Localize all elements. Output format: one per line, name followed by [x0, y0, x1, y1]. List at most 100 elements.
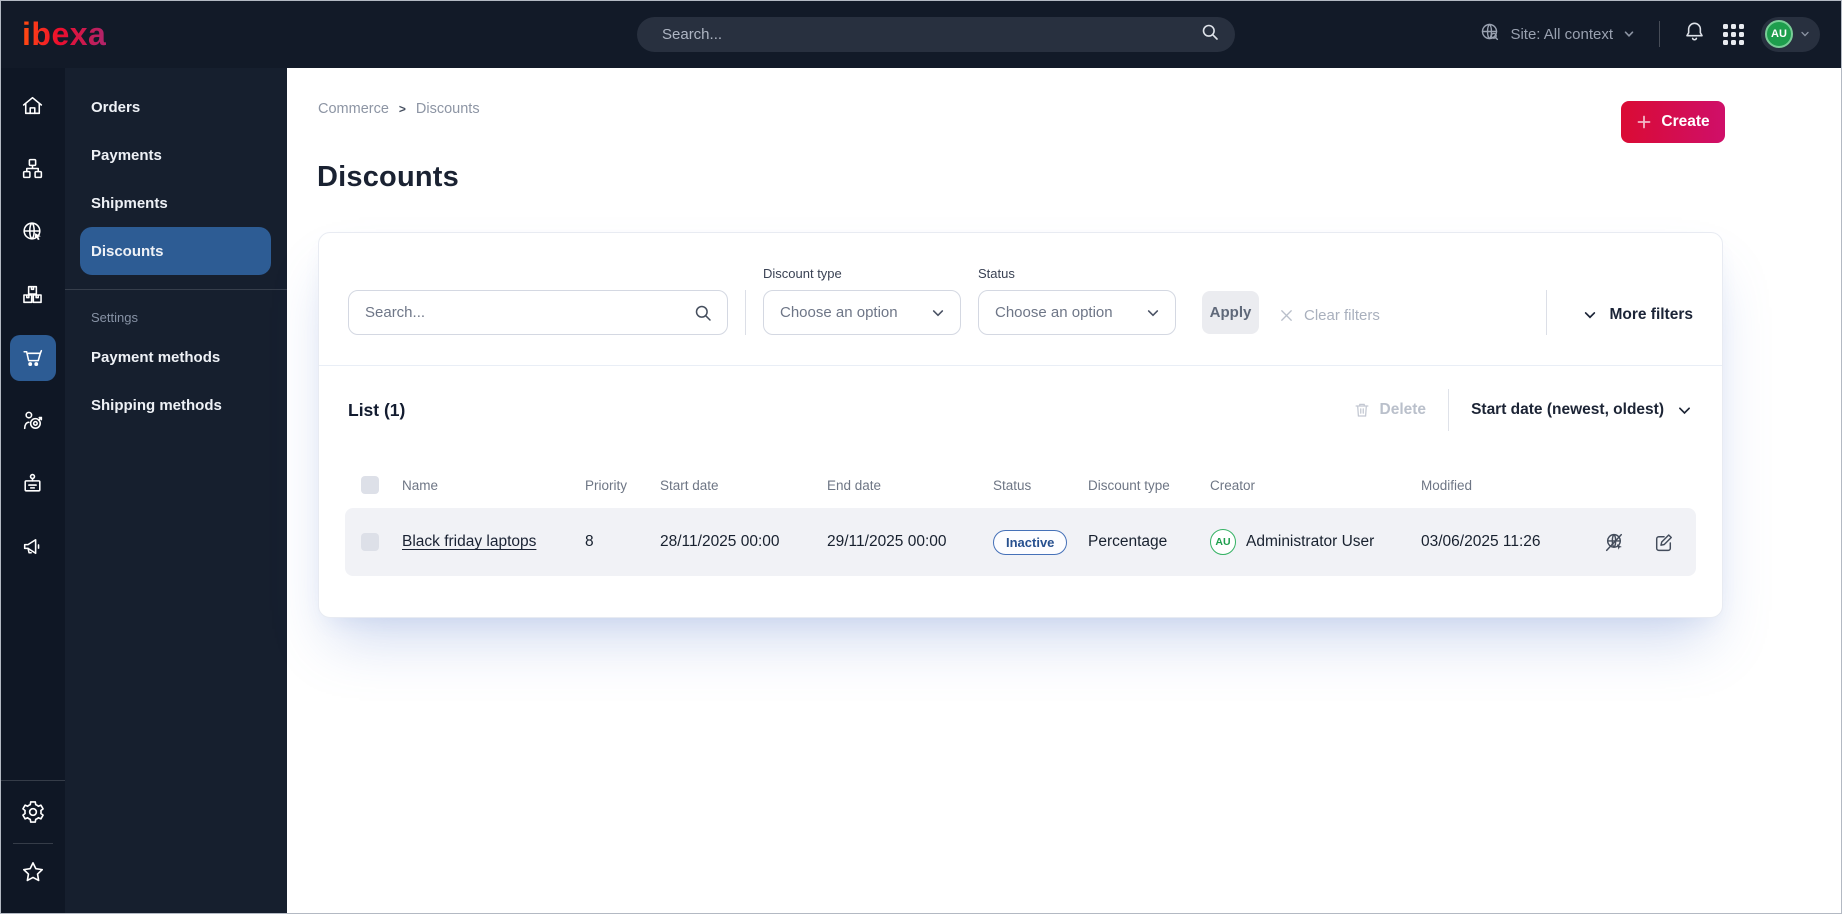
site-context-label: Site: All context	[1510, 25, 1613, 43]
row-actions	[1603, 531, 1680, 554]
chevron-down-icon	[932, 309, 944, 316]
filter-bar: Discount type Choose an option Status Ch…	[319, 233, 1722, 365]
discount-type-filter: Discount type Choose an option	[763, 266, 961, 335]
topbar-right-cluster: Site: All context AU	[1479, 16, 1820, 52]
discount-type-label: Discount type	[763, 266, 842, 281]
user-avatar: AU	[1765, 20, 1793, 48]
menu-item-shipping-methods[interactable]: Shipping methods	[65, 381, 287, 429]
status-filter: Status Choose an option	[978, 266, 1176, 335]
col-creator: Creator	[1210, 477, 1256, 493]
user-menu[interactable]: AU	[1761, 16, 1820, 52]
col-status: Status	[993, 477, 1032, 493]
clear-filters-button[interactable]: Clear filters	[1278, 307, 1380, 324]
list-header-divider	[1448, 389, 1450, 431]
page-title: Discounts	[317, 161, 459, 193]
clear-filters-label: Clear filters	[1304, 307, 1380, 324]
create-button[interactable]: Create	[1621, 101, 1725, 143]
chevron-down-icon	[1679, 406, 1690, 414]
close-icon	[1281, 310, 1292, 321]
cell-end-date: 29/11/2025 00:00	[827, 533, 947, 550]
search-icon[interactable]	[1200, 22, 1220, 47]
commerce-cart-icon-active[interactable]	[9, 326, 56, 389]
breadcrumb-separator: >	[398, 102, 406, 116]
row-checkbox[interactable]	[361, 533, 379, 551]
select-all-checkbox[interactable]	[361, 476, 379, 494]
more-filters-label: More filters	[1609, 306, 1693, 323]
delete-button[interactable]: Delete	[1353, 401, 1426, 419]
topbar-divider	[1659, 21, 1660, 47]
content-structure-icon[interactable]	[10, 137, 56, 200]
col-start-date: Start date	[660, 477, 719, 493]
global-search-input[interactable]	[662, 26, 1200, 43]
status-select[interactable]: Choose an option	[978, 290, 1176, 335]
main-content: Commerce > Discounts Create Discounts Di…	[287, 68, 1842, 914]
sort-label: Start date (newest, oldest)	[1471, 401, 1664, 418]
list-section: List (1) Delete Start date (newest, olde…	[319, 366, 1722, 576]
global-search[interactable]	[637, 17, 1235, 52]
apply-button[interactable]: Apply	[1202, 291, 1259, 334]
plus-icon	[1637, 115, 1651, 129]
cell-creator: AU Administrator User	[1210, 529, 1421, 555]
status-label: Status	[978, 266, 1015, 281]
filter-search-box[interactable]	[348, 290, 728, 335]
creator-avatar: AU	[1210, 529, 1236, 555]
discounts-table: Name Priority Start date End date Status…	[345, 470, 1696, 576]
preview-disabled-icon[interactable]	[1603, 531, 1626, 554]
filter-divider	[745, 290, 746, 335]
col-priority: Priority	[585, 477, 628, 493]
active-icon-highlight	[9, 334, 56, 381]
menu-item-orders[interactable]: Orders	[65, 83, 287, 131]
apps-grid-icon[interactable]	[1723, 23, 1744, 45]
col-end-date: End date	[827, 477, 882, 493]
discount-type-value: Choose an option	[780, 304, 898, 321]
col-discount-type: Discount type	[1088, 477, 1170, 493]
cell-modified: 03/06/2025 11:26	[1421, 533, 1541, 550]
list-title: List (1)	[348, 399, 406, 420]
favorites-star-icon[interactable]	[20, 844, 46, 900]
status-badge: Inactive	[993, 529, 1068, 555]
products-boxes-icon[interactable]	[10, 263, 56, 326]
breadcrumb-commerce[interactable]: Commerce	[318, 101, 389, 117]
chevron-down-icon	[1801, 31, 1809, 37]
discounts-card: Discount type Choose an option Status Ch…	[318, 232, 1723, 618]
edit-icon[interactable]	[1652, 531, 1675, 554]
creator-name: Administrator User	[1246, 533, 1375, 550]
filter-divider	[1546, 290, 1548, 335]
filter-search-input[interactable]	[365, 304, 693, 321]
breadcrumb: Commerce > Discounts	[318, 101, 480, 117]
table-header-row: Name Priority Start date End date Status…	[345, 470, 1696, 500]
menu-item-payment-methods[interactable]: Payment methods	[65, 333, 287, 381]
cell-discount-type: Percentage	[1088, 533, 1168, 550]
ibexa-logo[interactable]: ibexa	[22, 18, 106, 50]
table-row: Black friday laptops 8 28/11/2025 00:00 …	[345, 508, 1696, 576]
personnel-badge-icon[interactable]	[10, 452, 56, 515]
sort-dropdown[interactable]: Start date (newest, oldest)	[1471, 401, 1693, 419]
discount-name-link[interactable]: Black friday laptops	[402, 533, 536, 550]
customer-target-icon[interactable]	[10, 389, 56, 452]
breadcrumb-discounts[interactable]: Discounts	[416, 101, 480, 117]
chevron-down-icon	[1624, 31, 1634, 37]
more-filters-toggle[interactable]: More filters	[1582, 306, 1693, 324]
settings-gear-icon[interactable]	[20, 781, 46, 843]
menu-item-payments[interactable]: Payments	[65, 131, 287, 179]
commerce-menu-panel: Orders Payments Shipments Discounts Sett…	[65, 68, 287, 914]
chevron-down-icon	[1147, 309, 1159, 316]
search-icon[interactable]	[693, 303, 713, 323]
cell-start-date: 28/11/2025 00:00	[660, 533, 780, 550]
discount-type-select[interactable]: Choose an option	[763, 290, 961, 335]
topbar: ibexa Site: All context AU	[0, 0, 1842, 68]
site-globe-search-icon	[1479, 21, 1501, 47]
site-context-selector[interactable]: Site: All context	[1479, 21, 1636, 47]
notifications-bell-icon[interactable]	[1683, 20, 1706, 48]
rail-bottom-group	[0, 780, 65, 900]
chevron-down-icon	[1585, 312, 1596, 319]
menu-item-discounts[interactable]: Discounts	[80, 227, 271, 275]
sidebar-icon-rail	[0, 68, 65, 914]
site-globe-icon[interactable]	[10, 200, 56, 263]
col-name: Name	[402, 477, 439, 493]
home-icon[interactable]	[10, 74, 56, 137]
col-modified: Modified	[1421, 477, 1473, 493]
menu-item-shipments[interactable]: Shipments	[65, 179, 287, 227]
marketing-megaphone-icon[interactable]	[10, 515, 56, 578]
cell-priority: 8	[585, 533, 594, 550]
